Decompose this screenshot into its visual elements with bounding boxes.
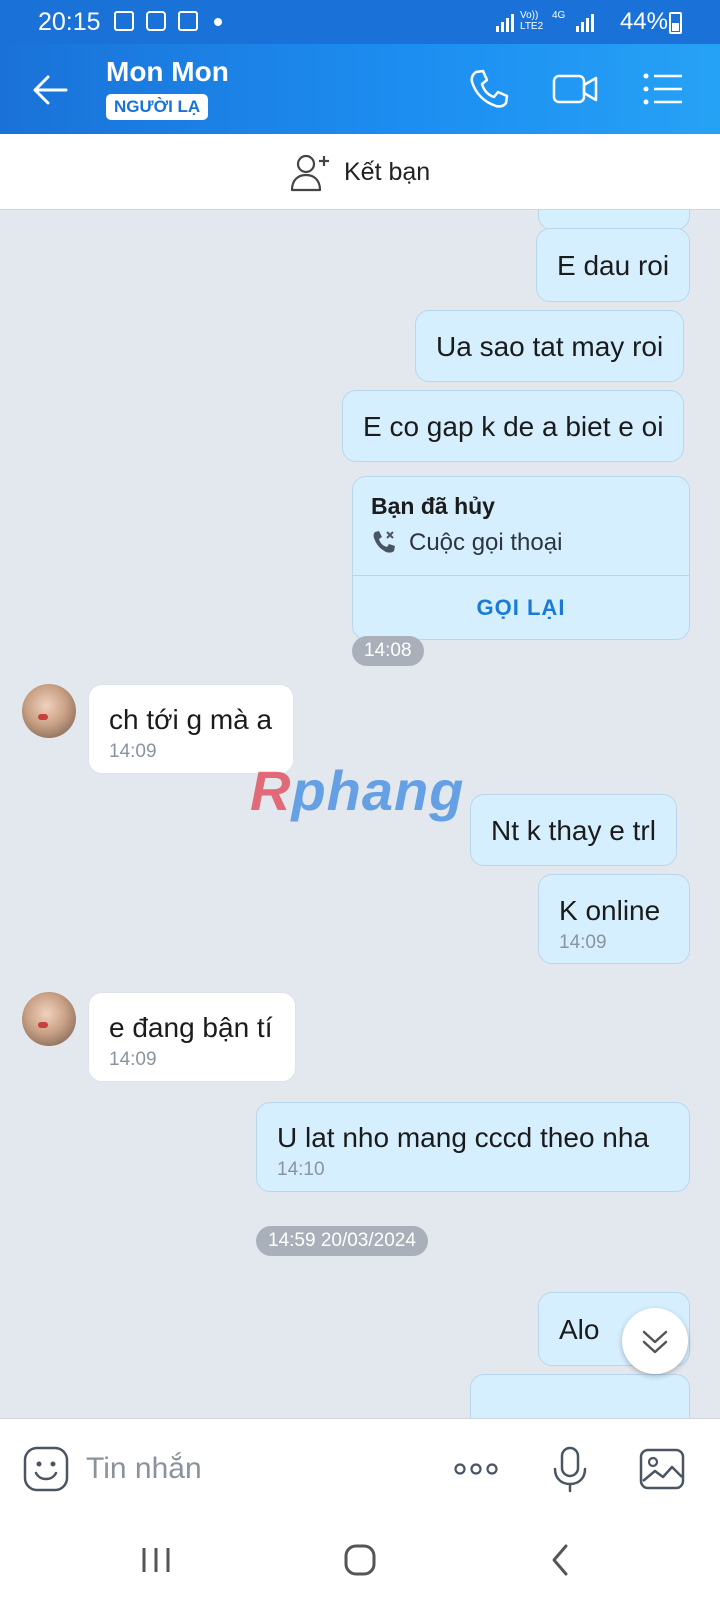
message-bubble[interactable]: Nt k thay e trl (470, 794, 677, 866)
phone-call-icon[interactable] (466, 66, 512, 112)
zalo-icon (146, 11, 166, 31)
chat-header: Mon Mon NGƯỜI LẠ (0, 44, 720, 134)
watermark-logo: Rphang (250, 759, 465, 822)
message-text: E co gap k de a biet e oi (363, 411, 664, 442)
message-time: 14:09 (109, 741, 157, 762)
cancelled-call-icon (373, 531, 395, 553)
gallery-icon (114, 11, 134, 31)
network-type: 4G (552, 10, 566, 21)
message-bubble[interactable]: E co gap k de a biet e oi (342, 390, 685, 462)
call-back-button[interactable]: GỌI LẠI (353, 575, 689, 639)
message-bubble[interactable]: U lat nho mang cccd theo nha 14:10 (256, 1102, 690, 1192)
status-bar: 20:15 Vo)) LTE2 4G 44% (0, 0, 720, 44)
more-options-icon[interactable] (452, 1445, 500, 1493)
status-time: 20:15 (38, 8, 101, 36)
video-call-icon[interactable] (552, 66, 598, 112)
signal-icon (496, 14, 514, 32)
back-arrow-icon[interactable] (30, 70, 70, 110)
message-bubble-partial[interactable] (538, 210, 690, 230)
menu-icon[interactable] (640, 66, 686, 112)
message-bubble[interactable]: Ua sao tat may roi (415, 310, 685, 382)
avatar[interactable] (22, 992, 76, 1046)
message-text: E dau roi (557, 250, 670, 281)
message-input[interactable] (86, 1449, 426, 1489)
recent-apps-icon[interactable] (136, 1540, 176, 1580)
message-bubble-partial[interactable] (470, 1374, 690, 1418)
double-chevron-down-icon (642, 1330, 668, 1354)
message-text: U lat nho mang cccd theo nha (277, 1122, 650, 1153)
image-picker-icon[interactable] (638, 1445, 686, 1493)
message-time: 14:09 (559, 932, 607, 953)
time-stamp: 14:08 (352, 636, 424, 666)
message-text: ch tới g mà a (109, 704, 273, 735)
microphone-icon[interactable] (546, 1445, 594, 1493)
message-time: 14:09 (109, 1049, 157, 1070)
avatar[interactable] (22, 684, 76, 738)
message-input-bar (0, 1418, 720, 1518)
add-friend-icon (290, 154, 329, 192)
battery-icon (669, 12, 682, 34)
message-bubble[interactable]: K online 14:09 (538, 874, 690, 964)
notification-dot (214, 18, 222, 26)
missed-call-card[interactable]: Bạn đã hủy Cuộc gọi thoại GỌI LẠI (352, 476, 690, 640)
system-nav-bar (0, 1518, 720, 1600)
call-status-title: Bạn đã hủy (371, 493, 495, 519)
date-separator: 14:59 20/03/2024 (256, 1226, 428, 1256)
stranger-badge: NGƯỜI LẠ (106, 94, 209, 120)
signal-icon-2 (576, 14, 594, 32)
back-nav-icon[interactable] (540, 1540, 580, 1580)
add-friend-bar[interactable]: Kết bạn (0, 134, 720, 210)
app-icon (178, 11, 198, 31)
message-text: Ua sao tat may roi (436, 331, 664, 362)
message-text: K online (559, 895, 661, 926)
message-text: e đang bận tí (109, 1012, 273, 1043)
message-text: Nt k thay e trl (491, 815, 656, 846)
sticker-icon[interactable] (22, 1445, 70, 1493)
scroll-to-bottom-button[interactable] (622, 1308, 688, 1374)
message-bubble[interactable]: e đang bận tí 14:09 (88, 992, 296, 1082)
volte-label: Vo)) LTE2 (520, 10, 544, 32)
message-list[interactable]: E dau roi Ua sao tat may roi E co gap k … (0, 210, 720, 1418)
home-icon[interactable] (340, 1540, 380, 1580)
contact-name[interactable]: Mon Mon (106, 56, 229, 88)
call-type-label: Cuộc gọi thoại (409, 529, 563, 556)
message-bubble[interactable]: E dau roi (536, 228, 691, 302)
battery-percent: 44% (619, 8, 668, 35)
message-time: 14:10 (277, 1159, 325, 1180)
add-friend-label: Kết bạn (344, 158, 431, 186)
